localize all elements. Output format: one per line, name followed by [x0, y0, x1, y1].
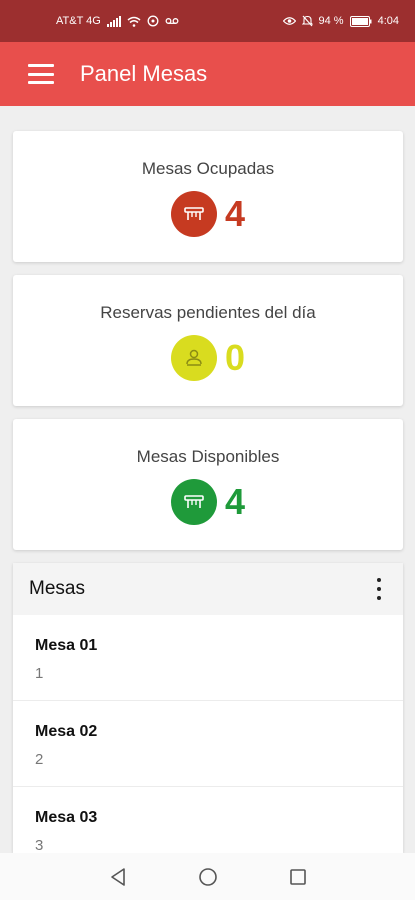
list-item[interactable]: Mesa 02 2 [13, 701, 403, 787]
tables-list-header: Mesas [13, 563, 403, 615]
available-tables-card[interactable]: Mesas Disponibles 4 [13, 419, 403, 550]
back-icon[interactable] [107, 866, 129, 888]
page-title: Panel Mesas [80, 61, 208, 86]
whatsapp-icon [147, 15, 159, 27]
wifi-icon [127, 16, 141, 27]
list-item[interactable]: Mesa 03 3 [13, 787, 403, 853]
list-item[interactable]: Mesa 01 1 [13, 615, 403, 701]
card-title: Reservas pendientes del día [100, 303, 316, 322]
voicemail-icon [165, 18, 179, 24]
signal-icon [106, 15, 121, 27]
recents-icon[interactable] [287, 866, 309, 888]
occupied-tables-card[interactable]: Mesas Ocupadas 4 [13, 131, 403, 262]
table-name: Mesa 01 [35, 637, 98, 654]
pending-count: 0 [224, 337, 246, 378]
pending-reservations-card[interactable]: Reservas pendientes del día 0 [13, 275, 403, 406]
table-number: 1 [35, 665, 44, 682]
card-title: Mesas Ocupadas [141, 159, 275, 178]
mute-icon [301, 15, 313, 27]
stat-row: 0 [13, 335, 403, 381]
more-options-icon[interactable] [371, 578, 387, 600]
card-title: Mesas Disponibles [136, 447, 280, 466]
stat-row: 4 [13, 191, 403, 237]
status-right: 94 % 4:04 [282, 14, 399, 27]
table-name: Mesa 03 [35, 809, 98, 826]
table-number: 2 [35, 751, 44, 768]
available-count: 4 [224, 481, 246, 522]
menu-icon[interactable] [28, 64, 54, 84]
system-nav-bar [0, 853, 415, 900]
home-icon[interactable] [197, 866, 219, 888]
table-name: Mesa 02 [35, 723, 98, 740]
tables-list-title: Mesas [29, 578, 85, 599]
occupied-count: 4 [224, 193, 246, 234]
table-icon [170, 479, 217, 525]
battery-icon [349, 15, 372, 27]
status-bar: AT&T 4G 94 % 4:04 [0, 0, 415, 42]
status-left: AT&T 4G [56, 15, 179, 27]
tables-list-panel: Mesas Mesa 01 1 Mesa 02 2 Mesa 03 3 [13, 563, 403, 853]
eye-icon [282, 17, 296, 25]
app-bar: Panel Mesas [0, 42, 415, 106]
user-icon [170, 335, 217, 381]
carrier-label: AT&T 4G [56, 14, 101, 27]
battery-label: 94 % [318, 14, 344, 27]
table-number: 3 [35, 837, 44, 853]
status-time: 4:04 [377, 14, 399, 27]
table-icon [170, 191, 217, 237]
stat-row: 4 [13, 479, 403, 525]
